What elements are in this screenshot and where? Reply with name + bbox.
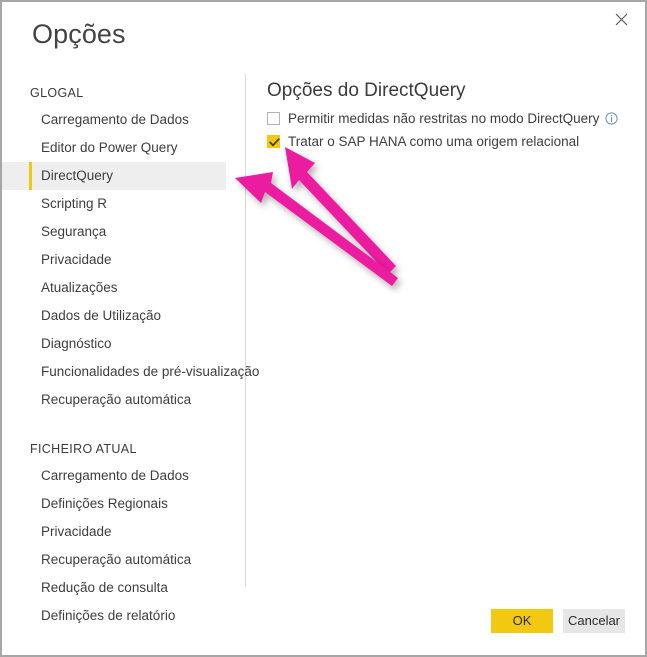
sidebar-item-file-definicoes-regionais[interactable]: Definições Regionais: [2, 490, 245, 518]
arrow-to-directquery-nav: [235, 172, 398, 286]
sidebar-item-privacidade[interactable]: Privacidade: [2, 246, 245, 274]
sidebar-item-diagnostico[interactable]: Diagnóstico: [2, 330, 245, 358]
content-panel: Opções do DirectQuery Permitir medidas n…: [267, 80, 625, 157]
sidebar-item-funcionalidades-de-pre-visualizacao[interactable]: Funcionalidades de pré-visualização: [2, 358, 259, 386]
sidebar-group-heading-global: GLOGAL: [30, 86, 84, 100]
sidebar-item-file-reducao-de-consulta[interactable]: Redução de consulta: [2, 574, 245, 602]
sidebar-item-file-carregamento-de-dados[interactable]: Carregamento de Dados: [2, 462, 245, 490]
cancel-button[interactable]: Cancelar: [563, 609, 625, 633]
sidebar-item-dados-de-utilizacao[interactable]: Dados de Utilização: [2, 302, 245, 330]
sidebar-list-global: Carregamento de Dados Editor do Power Qu…: [2, 106, 259, 414]
option-row-permitir-medidas: Permitir medidas não restritas no modo D…: [267, 111, 625, 126]
sidebar-item-file-recuperacao-automatica[interactable]: Recuperação automática: [2, 546, 245, 574]
sidebar-item-carregamento-de-dados[interactable]: Carregamento de Dados: [2, 106, 245, 134]
sidebar-item-directquery[interactable]: DirectQuery: [2, 162, 226, 190]
checkbox-tratar-sap-hana-origem-relacional[interactable]: [267, 135, 280, 148]
close-icon: [615, 13, 628, 26]
sidebar-item-file-definicoes-de-relatorio[interactable]: Definições de relatório: [2, 602, 245, 630]
dialog-title: Opções: [32, 19, 126, 49]
info-circle-icon[interactable]: [605, 112, 618, 125]
close-button[interactable]: [599, 4, 643, 34]
checkbox-label-permitir-medidas-nao-restritas: Permitir medidas não restritas no modo D…: [288, 111, 600, 126]
checkbox-label-tratar-sap-hana-origem-relacional: Tratar o SAP HANA como uma origem relaci…: [288, 134, 580, 149]
sidebar-item-recuperacao-automatica[interactable]: Recuperação automática: [2, 386, 245, 414]
sidebar-group-global: GLOGAL Carregamento de Dados Editor do P…: [2, 86, 259, 414]
sidebar: GLOGAL Carregamento de Dados Editor do P…: [2, 80, 259, 623]
content-title: Opções do DirectQuery: [267, 80, 466, 101]
option-row-tratar-sap-hana: Tratar o SAP HANA como uma origem relaci…: [267, 134, 625, 149]
checkbox-permitir-medidas-nao-restritas[interactable]: [267, 112, 280, 125]
panel-divider: [245, 74, 246, 587]
sidebar-item-atualizacoes[interactable]: Atualizações: [2, 274, 245, 302]
arrow-to-checkbox: [285, 147, 396, 274]
options-dialog: Opções GLOGAL Carregamento de Dados Edit…: [0, 0, 647, 657]
sidebar-item-scripting-r[interactable]: Scripting R: [2, 190, 245, 218]
sidebar-item-editor-do-power-query[interactable]: Editor do Power Query: [2, 134, 245, 162]
sidebar-group-heading-current-file: FICHEIRO ATUAL: [30, 442, 137, 456]
sidebar-group-current-file: FICHEIRO ATUAL Carregamento de Dados Def…: [2, 442, 245, 630]
sidebar-item-seguranca[interactable]: Segurança: [2, 218, 245, 246]
sidebar-list-current-file: Carregamento de Dados Definições Regiona…: [2, 462, 245, 630]
sidebar-item-file-privacidade[interactable]: Privacidade: [2, 518, 245, 546]
checkmark-icon: [269, 138, 280, 147]
ok-button[interactable]: OK: [491, 609, 553, 633]
dialog-footer: OK Cancelar: [491, 609, 625, 633]
